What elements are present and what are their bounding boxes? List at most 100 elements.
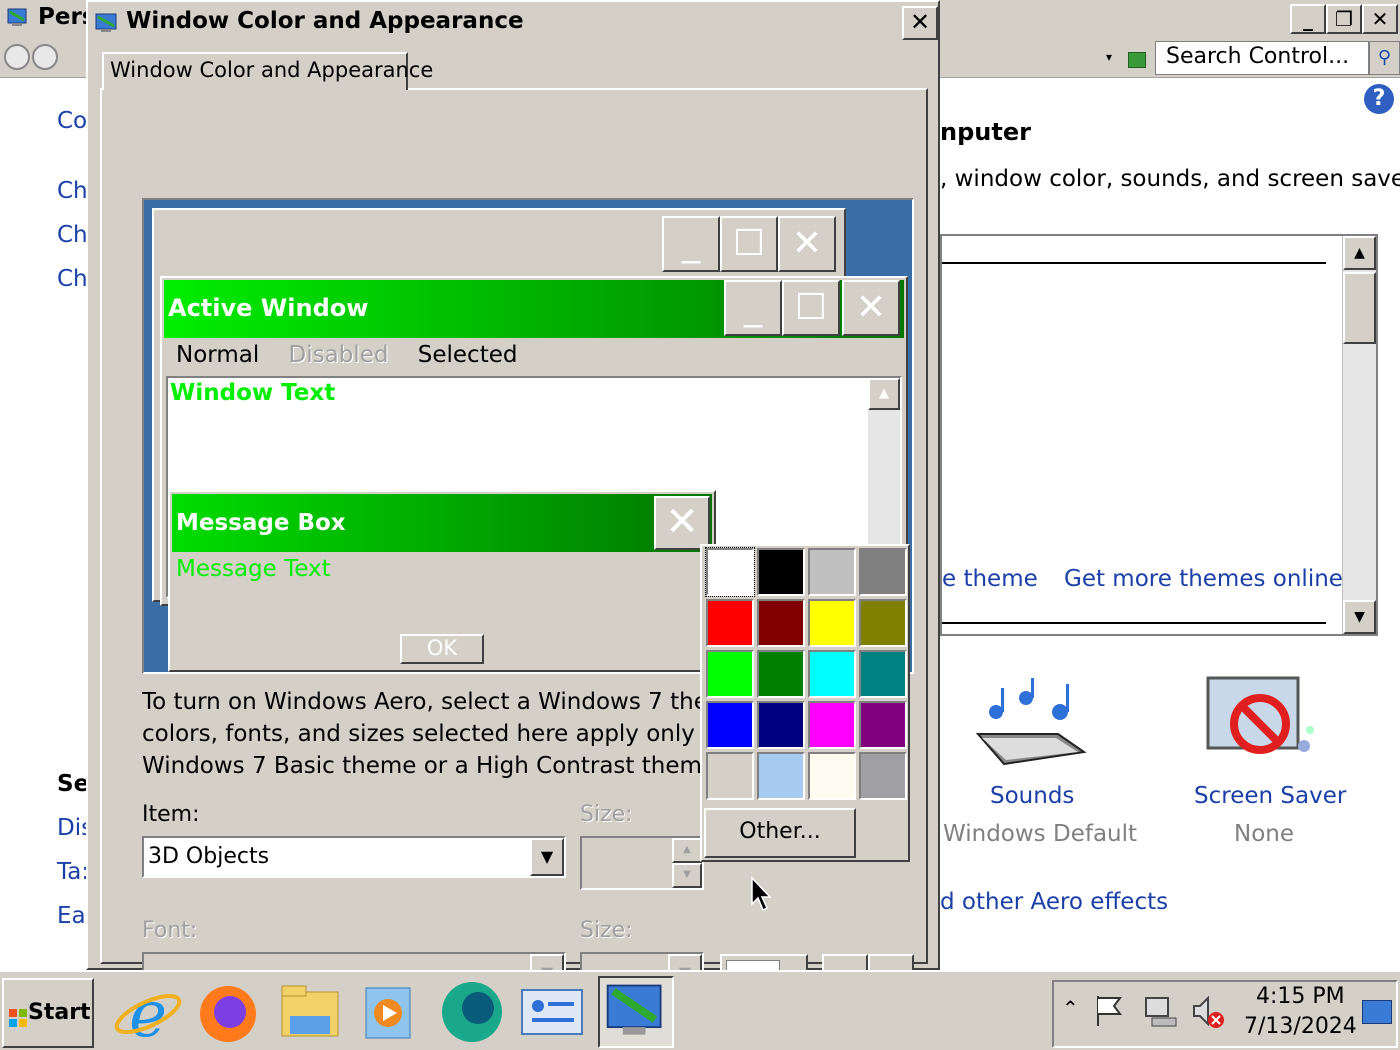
- forward-button[interactable]: [32, 44, 58, 70]
- mouse-cursor-icon: [751, 876, 772, 912]
- screen-saver-value: None: [1234, 821, 1295, 847]
- refresh-icon[interactable]: [1128, 52, 1146, 68]
- volume-muted-icon[interactable]: [1190, 994, 1226, 1030]
- message-box-preview[interactable]: Message Box ✕ Message Text OK: [168, 490, 716, 672]
- theme-list[interactable]: e theme Get more themes online ▲ ▼: [940, 234, 1378, 636]
- color-swatch[interactable]: [859, 548, 907, 596]
- start-button[interactable]: Start: [2, 978, 94, 1048]
- left-link-2[interactable]: Ch: [57, 222, 88, 248]
- color-swatch[interactable]: [859, 599, 907, 647]
- aero-info-line: To turn on Windows Aero, select a Window…: [142, 689, 722, 715]
- scroll-down-icon[interactable]: ▼: [1343, 600, 1376, 634]
- sounds-link[interactable]: Sounds: [990, 783, 1074, 809]
- svg-text:e: e: [129, 978, 167, 1048]
- menu-selected[interactable]: Selected: [418, 342, 518, 368]
- dialog-title-bar: Window Color and Appearance ✕: [88, 2, 938, 44]
- spin-up-icon: ▲: [672, 838, 702, 863]
- preview-maximize-icon: ☐: [720, 216, 778, 272]
- color-swatch[interactable]: [757, 701, 805, 749]
- color-swatch[interactable]: [757, 548, 805, 596]
- save-theme-link[interactable]: e theme: [942, 566, 1038, 592]
- item-label: Item:: [142, 802, 200, 827]
- color-swatch[interactable]: [808, 548, 856, 596]
- scroll-thumb[interactable]: [1343, 272, 1376, 344]
- color-swatch[interactable]: [808, 701, 856, 749]
- item-select[interactable]: 3D Objects ▼: [142, 836, 566, 878]
- clock-time[interactable]: 4:15 PM: [1256, 984, 1345, 1009]
- firefox-icon[interactable]: [190, 976, 266, 1048]
- screen-saver-icon[interactable]: [1200, 672, 1322, 776]
- preview-active-close-icon: ✕: [842, 280, 900, 336]
- dialog-close-button[interactable]: ✕: [902, 6, 938, 40]
- restore-button[interactable]: ❐: [1326, 4, 1362, 34]
- color-swatch[interactable]: [757, 599, 805, 647]
- color-swatch[interactable]: [706, 752, 754, 800]
- internet-explorer-icon[interactable]: e: [110, 976, 186, 1048]
- show-hidden-icons-icon[interactable]: ⌃: [1062, 996, 1079, 1020]
- preview-ok-button: OK: [400, 634, 484, 664]
- divider: [942, 622, 1326, 624]
- back-button[interactable]: [4, 44, 30, 70]
- aero-effects-link[interactable]: d other Aero effects: [940, 889, 1168, 915]
- color-swatch[interactable]: [706, 650, 754, 698]
- theme-scrollbar[interactable]: ▲ ▼: [1342, 236, 1376, 634]
- preview-scroll-up-icon: ▲: [868, 378, 900, 410]
- help-icon[interactable]: ?: [1364, 84, 1394, 114]
- color-palette-popup[interactable]: Other...: [700, 544, 910, 862]
- message-box-title-bar[interactable]: Message Box ✕: [172, 494, 712, 552]
- close-button[interactable]: ✕: [1362, 4, 1398, 34]
- clock-date[interactable]: 7/13/2024: [1244, 1014, 1357, 1039]
- left-link-1[interactable]: Ch: [57, 178, 88, 204]
- color-swatch[interactable]: [705, 547, 755, 597]
- active-title-bar[interactable]: Active Window _ ☐ ✕: [164, 280, 904, 338]
- color-swatch[interactable]: [757, 752, 805, 800]
- search-icon[interactable]: ⚲: [1369, 41, 1400, 75]
- page-heading: nputer: [940, 118, 1031, 146]
- menu-normal[interactable]: Normal: [176, 342, 259, 368]
- preview-close-icon: ✕: [778, 216, 836, 272]
- font-label: Font:: [142, 918, 198, 943]
- message-box-close-icon: ✕: [654, 496, 710, 550]
- left-link-control-panel-home[interactable]: Co: [57, 108, 87, 134]
- color-swatch[interactable]: [859, 752, 907, 800]
- color-swatch[interactable]: [808, 752, 856, 800]
- preview-minimize-icon: _: [662, 216, 720, 272]
- aero-info-line: Windows 7 Basic theme or a High Contrast…: [142, 753, 722, 779]
- color-swatch[interactable]: [706, 599, 754, 647]
- show-desktop-button[interactable]: [1362, 1000, 1392, 1024]
- message-text[interactable]: Message Text: [176, 556, 331, 582]
- page-description: , window color, sounds, and screen saver: [940, 166, 1400, 192]
- scroll-up-icon[interactable]: ▲: [1343, 236, 1376, 270]
- search-input[interactable]: Search Control...: [1155, 41, 1369, 75]
- minimize-button[interactable]: _: [1290, 4, 1326, 34]
- personalization-taskbar-icon[interactable]: [598, 976, 674, 1048]
- active-window-title: Active Window: [168, 294, 369, 322]
- windows-logo-icon: [9, 1009, 27, 1027]
- edge-icon[interactable]: [434, 976, 510, 1048]
- window-text[interactable]: Window Text: [170, 380, 335, 406]
- color-swatch[interactable]: [808, 650, 856, 698]
- tab-window-color[interactable]: Window Color and Appearance: [102, 52, 433, 90]
- media-player-icon[interactable]: [352, 976, 428, 1048]
- left-link-3[interactable]: Ch: [57, 266, 88, 292]
- color-swatch[interactable]: [757, 650, 805, 698]
- sounds-icon[interactable]: [968, 674, 1088, 774]
- control-panel-taskbar-icon[interactable]: [514, 976, 590, 1048]
- file-explorer-icon[interactable]: [272, 976, 348, 1048]
- other-color-button[interactable]: Other...: [704, 808, 856, 858]
- see-also-heading: Se: [57, 771, 90, 797]
- address-dropdown-icon[interactable]: ▾: [1106, 50, 1112, 64]
- color-swatch[interactable]: [706, 701, 754, 749]
- preview-menu-bar[interactable]: Normal Disabled Selected: [176, 342, 539, 368]
- screen-saver-link[interactable]: Screen Saver: [1194, 783, 1346, 809]
- action-center-flag-icon[interactable]: [1094, 994, 1126, 1028]
- menu-disabled[interactable]: Disabled: [289, 342, 389, 368]
- color-swatch[interactable]: [859, 701, 907, 749]
- aero-info-text: To turn on Windows Aero, select a Window…: [142, 686, 722, 782]
- network-icon[interactable]: [1142, 994, 1178, 1028]
- get-more-themes-link[interactable]: Get more themes online: [1064, 566, 1343, 592]
- see-also-taskbar[interactable]: Ta:: [57, 859, 89, 885]
- color-swatch[interactable]: [859, 650, 907, 698]
- chevron-down-icon[interactable]: ▼: [530, 838, 564, 876]
- color-swatch[interactable]: [808, 599, 856, 647]
